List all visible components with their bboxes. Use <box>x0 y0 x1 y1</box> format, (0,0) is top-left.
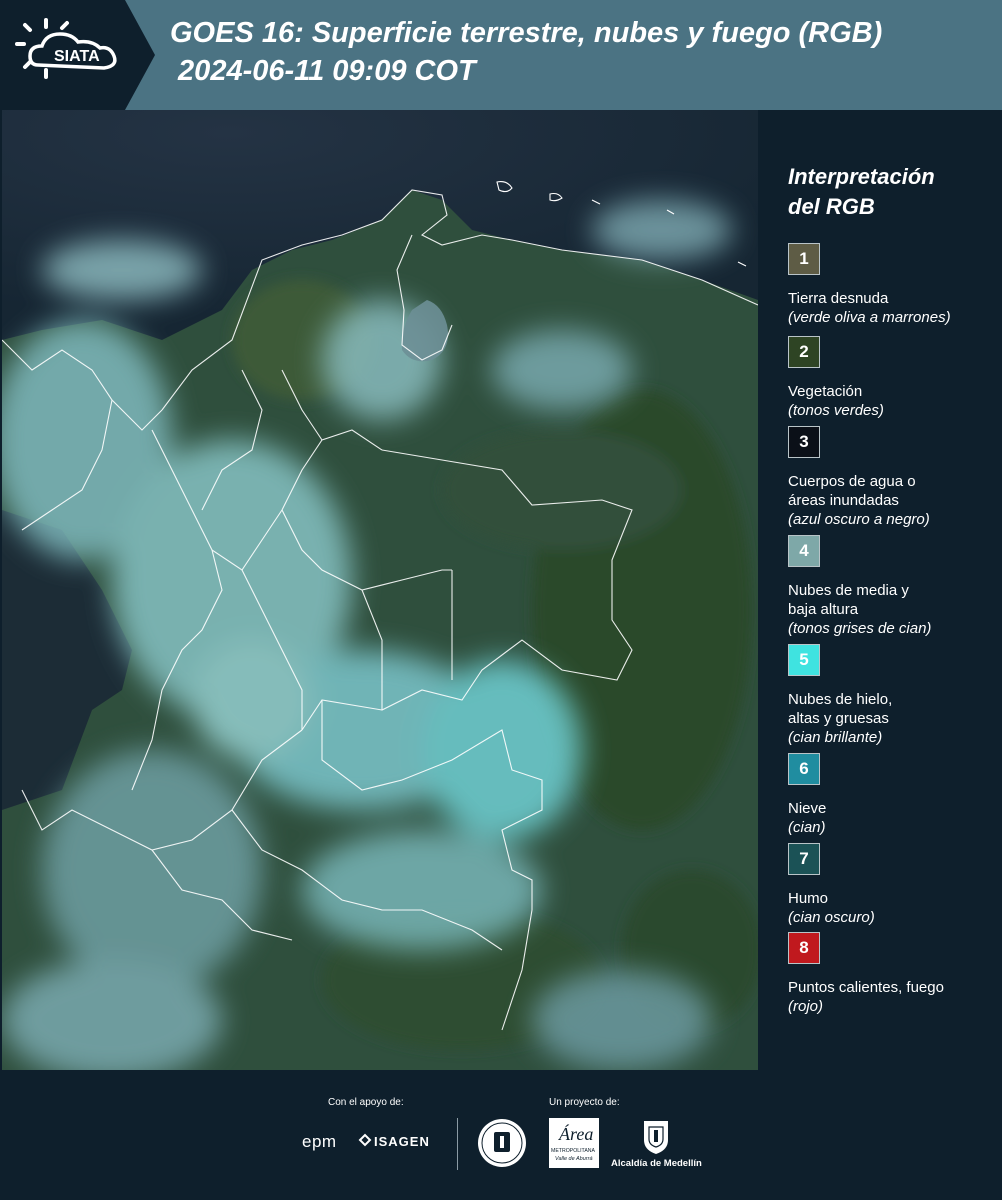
legend-swatch: 6 <box>788 753 820 785</box>
legend-title-line-2: del RGB <box>788 194 875 219</box>
alcaldia-shield-icon <box>641 1118 671 1156</box>
legend-item-snow: 6 Nieve (cian) <box>788 753 998 837</box>
legend-label: Cuerpos de agua o áreas inundadas <box>788 472 998 510</box>
legend-item-ice-clouds: 5 Nubes de hielo, altas y gruesas (cian … <box>788 644 998 747</box>
legend-sub: (tonos grises de cian) <box>788 620 932 637</box>
legend-item-bare-soil: 1 Tierra desnuda (verde oliva a marrones… <box>788 243 998 327</box>
area-metropolitana-logo: Área METROPOLITANA Valle de Aburrá <box>549 1118 599 1168</box>
satellite-map <box>2 110 758 1070</box>
legend-sub: (cian oscuro) <box>788 909 875 926</box>
legend-item-vegetation: 2 Vegetación (tonos verdes) <box>788 336 998 420</box>
legend-panel: Interpretación del RGB 1 Tierra desnuda … <box>760 110 1002 1070</box>
legend-label-line: altas y gruesas <box>788 710 889 727</box>
legend-swatch: 7 <box>788 843 820 875</box>
siata-logo: SIATA <box>0 0 155 110</box>
legend-label-line: Cuerpos de agua o <box>788 473 916 490</box>
legend-sub: (azul oscuro a negro) <box>788 511 930 528</box>
legend-label: Vegetación <box>788 383 863 400</box>
legend-swatch: 2 <box>788 336 820 368</box>
legend-sub: (cian) <box>788 819 826 836</box>
legend-item-water: 3 Cuerpos de agua o áreas inundadas (azu… <box>788 426 998 529</box>
support-label: Con el apoyo de: <box>328 1097 404 1108</box>
legend-label: Humo <box>788 890 829 907</box>
legend-item-low-clouds: 4 Nubes de media y baja altura (tonos gr… <box>788 535 998 638</box>
project-label: Un proyecto de: <box>549 1097 620 1108</box>
header: SIATA GOES 16: Superficie terrestre, nub… <box>0 0 1002 110</box>
legend-label: Nubes de hielo, altas y gruesas <box>788 690 998 728</box>
medellin-seal-icon <box>477 1118 527 1168</box>
legend-sub: (cian brillante) <box>788 729 883 746</box>
alcaldia-label: Alcaldía de Medellín <box>611 1158 702 1169</box>
area-logo-text2: Valle de Aburrá <box>555 1156 593 1162</box>
legend-title: Interpretación del RGB <box>788 162 935 222</box>
legend-label-line: baja altura <box>788 601 859 618</box>
legend-swatch: 1 <box>788 243 820 275</box>
legend-sub: (rojo) <box>788 998 824 1015</box>
footer: Con el apoyo de: Un proyecto de: epm ISA… <box>0 1070 1002 1200</box>
legend-item-fire: 8 Puntos calientes, fuego (rojo) <box>788 932 998 1016</box>
epm-logo: epm <box>302 1132 337 1151</box>
title-line-1: GOES 16: Superficie terrestre, nubes y f… <box>170 17 883 49</box>
legend-item-smoke: 7 Humo (cian oscuro) <box>788 843 998 927</box>
logo-text: SIATA <box>54 48 100 65</box>
page-title: GOES 16: Superficie terrestre, nubes y f… <box>170 14 882 90</box>
legend-label-line: Nubes de hielo, <box>788 691 893 708</box>
legend-label-line: Nubes de media y <box>788 582 909 599</box>
area-logo-text1: METROPOLITANA <box>551 1148 596 1154</box>
legend-label-line: áreas inundadas <box>788 492 899 509</box>
legend-swatch: 4 <box>788 535 820 567</box>
title-line-2: 2024-06-11 09:09 COT <box>170 55 476 87</box>
isagen-logo: ISAGEN <box>374 1134 430 1149</box>
area-logo-word: Área <box>559 1124 594 1144</box>
legend-swatch: 3 <box>788 426 820 458</box>
legend-label: Nubes de media y baja altura <box>788 581 998 619</box>
legend-label: Tierra desnuda <box>788 290 889 307</box>
isagen-icon <box>358 1133 372 1147</box>
legend-swatch: 8 <box>788 932 820 964</box>
legend-label: Puntos calientes, fuego <box>788 979 944 996</box>
legend-swatch: 5 <box>788 644 820 676</box>
legend-sub: (verde oliva a marrones) <box>788 309 951 326</box>
legend-label: Nieve <box>788 800 827 817</box>
legend-title-line-1: Interpretación <box>788 164 935 189</box>
legend-sub: (tonos verdes) <box>788 402 884 419</box>
footer-divider <box>457 1118 458 1170</box>
